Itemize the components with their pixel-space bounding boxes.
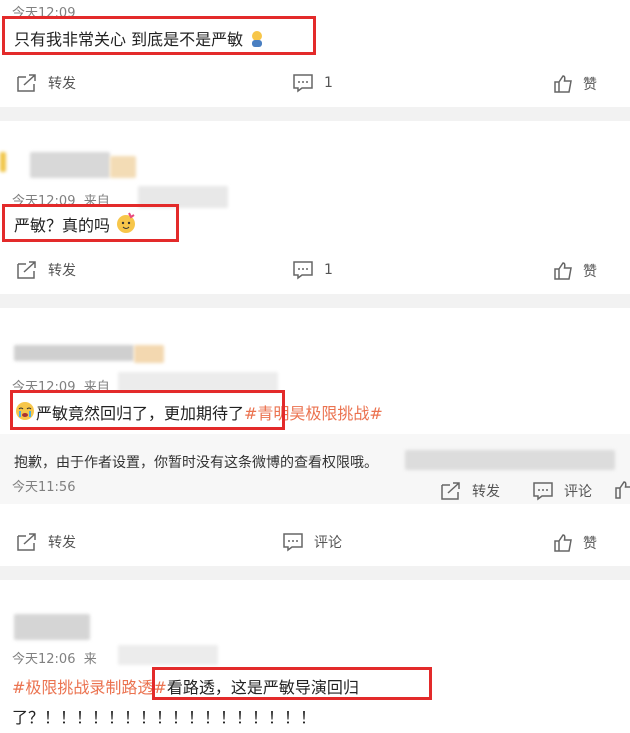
highlight-box [2,204,179,242]
thumbs-up-icon [615,481,630,499]
source-blurred [118,645,218,665]
quoted-time: 今天11:56 [12,480,76,495]
like-button[interactable]: 赞 [553,74,597,94]
thumbs-up-icon [554,262,572,280]
quoted-repost-button[interactable]: 转发 [440,481,500,501]
repost-button[interactable]: 转发 [16,260,76,280]
avatar-edge [0,152,6,172]
separator [0,566,630,580]
repost-button[interactable]: 转发 [16,532,76,552]
hashtag-link[interactable]: #极限挑战录制路透# [12,678,167,697]
avatar-blurred [30,152,110,178]
avatar-blurred [14,345,134,361]
highlight-box [2,16,316,55]
separator [0,107,630,121]
comment-text-line2: 了？！！！！！！！！！！！！！！！！！ [12,708,317,727]
comment-button[interactable]: 1 [292,260,333,280]
repost-icon [17,74,36,92]
repost-icon [17,261,36,279]
repost-button[interactable]: 转发 [16,73,76,93]
quoted-comment-button[interactable]: 评论 [532,481,592,501]
thumbs-up-icon [554,75,572,93]
quoted-text: 抱歉，由于作者设置，你暂时没有这条微博的查看权限哦。 [14,455,378,471]
avatar-blurred [14,614,90,640]
comment-icon [293,261,313,280]
repost-icon [441,482,460,500]
avatar-blurred-badge [110,156,136,178]
comment-button[interactable]: 评论 [282,532,342,552]
like-button[interactable]: 赞 [553,533,597,553]
comment-button[interactable]: 1 [292,73,333,93]
thumbs-up-icon [554,534,572,552]
separator [0,294,630,308]
source-blurred [118,372,278,392]
comment-icon [533,482,553,501]
comment-meta: 今天12:06 来 [12,652,97,667]
avatar-blurred-badge [134,345,164,363]
like-button[interactable]: 赞 [553,261,597,281]
comment-icon [293,74,313,93]
repost-icon [17,533,36,551]
quoted-like-icon[interactable] [614,480,630,504]
comment-icon [283,533,303,552]
highlight-box [10,390,285,430]
quoted-blurred [405,450,615,470]
highlight-box [152,667,432,700]
